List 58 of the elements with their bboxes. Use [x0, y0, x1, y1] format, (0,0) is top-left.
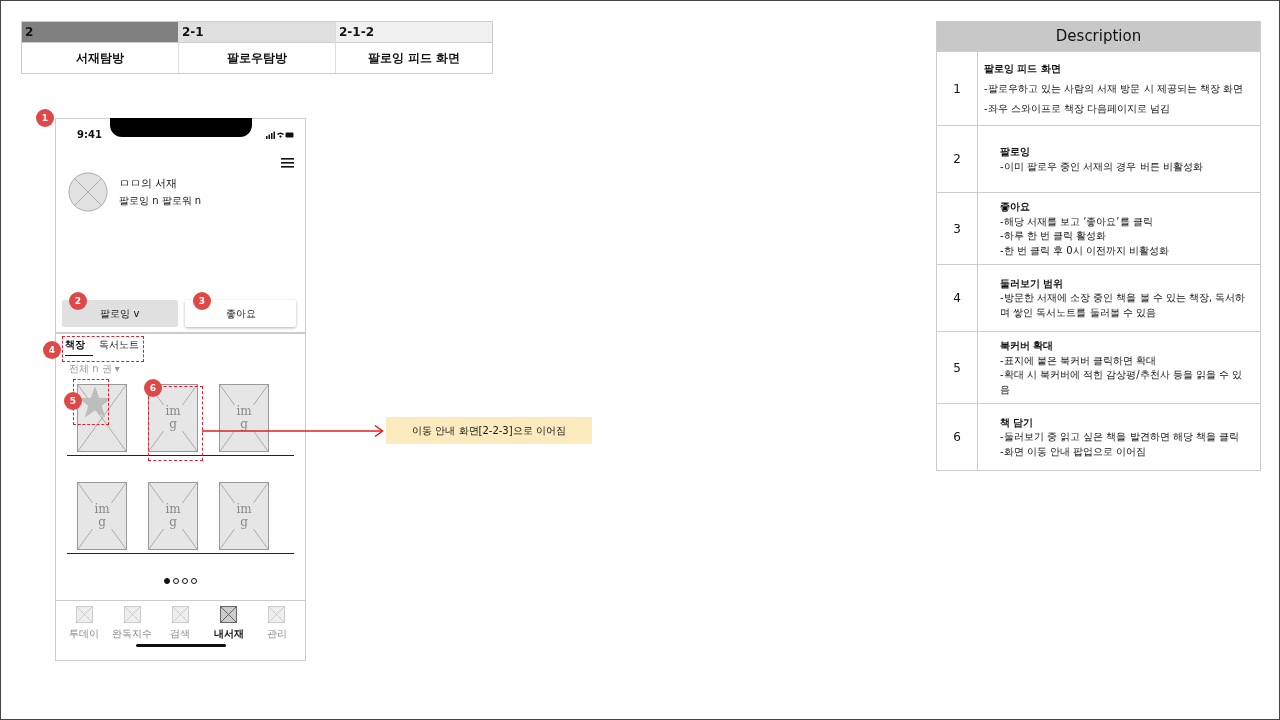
screen-code: 2-1-2	[336, 22, 492, 42]
page-dot[interactable]	[164, 578, 170, 584]
filter-dropdown[interactable]: 전체 n 권 ▾	[56, 356, 305, 375]
row-text: -이미 팔로우 중인 서재의 경우 버튼 비활성화	[1000, 159, 1203, 174]
nav-label[interactable]: 완독지수	[112, 627, 153, 641]
tab[interactable]: 책장	[65, 338, 93, 356]
row-number: 5	[937, 332, 978, 403]
row-text: -한 번 클릭 후 0시 이전까지 비활성화	[1000, 243, 1170, 258]
row-number: 3	[937, 193, 978, 264]
row-text: -하루 한 번 클릭 활성화	[1000, 229, 1108, 243]
follow-stats: 팔로잉 n 팔로워 n	[119, 194, 202, 208]
row-text: -확대 시 북커버에 적힌 감상평/추천사 등을 읽을 수 있음	[1000, 368, 1244, 397]
row-text: -표지에 붙은 북커버 클릭하면 확대	[1000, 353, 1158, 368]
row-heading: 책 담기	[1000, 415, 1035, 430]
note-box: 이동 안내 화면[2-2-3]으로 이어짐	[386, 417, 592, 444]
screen-title: 서재탐방	[22, 42, 178, 73]
book-cover-placeholder[interactable]: img	[77, 482, 127, 550]
row-text: -둘러보기 중 읽고 싶은 책을 발견하면 해당 책을 클릭	[1000, 430, 1240, 445]
row-text: -화면 이동 안내 팝업으로 이어짐	[1000, 444, 1148, 459]
number-badge: 2	[69, 292, 87, 310]
row-number: 1	[937, 52, 978, 125]
book-cover-placeholder[interactable]	[77, 384, 127, 452]
row-text: -방문한 서재에 소장 중인 책을 볼 수 있는 책장, 독서하며 쌓인 독서노트를 둘러볼 수 있음	[1000, 291, 1247, 320]
number-badge: 6	[144, 379, 162, 397]
library-title: ㅁㅁ의 서재	[119, 176, 179, 191]
book-cover-placeholder[interactable]: img	[219, 482, 269, 550]
nav-label[interactable]: 검색	[170, 627, 191, 641]
row-heading: 북커버 확대	[1000, 339, 1055, 353]
menu-icon[interactable]	[281, 158, 294, 168]
number-badge: 4	[43, 341, 61, 359]
tab[interactable]: 독서노트	[99, 338, 139, 356]
nav-label[interactable]: 관리	[266, 627, 287, 641]
row-heading: 좋아요	[1000, 200, 1031, 214]
row-number: 2	[937, 126, 978, 192]
row-text: -해당 서재를 보고 ‘좋아요’를 클릭	[1000, 214, 1154, 229]
screen-code: 2	[22, 22, 178, 42]
book-cover-placeholder[interactable]: img	[148, 482, 198, 550]
row-heading: 둘러보기 범위	[1000, 276, 1065, 291]
row-number: 4	[937, 265, 978, 331]
nav-label[interactable]: 투데이	[69, 627, 100, 641]
screen-title: 팔로우탐방	[179, 42, 335, 73]
number-badge: 5	[64, 392, 82, 410]
row-number: 6	[937, 404, 978, 470]
screen-title: 팔로잉 피드 화면	[336, 42, 492, 73]
book-cover-placeholder[interactable]: img	[219, 384, 269, 452]
number-badge: 3	[193, 292, 211, 310]
number-badge: 1	[36, 109, 54, 127]
nav-label[interactable]: 내서재	[213, 627, 244, 641]
row-heading: 팔로잉 피드 화면	[984, 62, 1062, 76]
avatar-placeholder	[68, 172, 108, 212]
table-header: Description	[937, 22, 1260, 51]
row-heading: 팔로잉	[1000, 145, 1031, 159]
status-time: 9:41	[77, 129, 102, 140]
row-text: -좌우 스와이프로 책장 다음페이지로 넘김	[984, 102, 1172, 116]
image-placeholder-icon[interactable]	[220, 606, 238, 623]
status-icons	[266, 130, 294, 139]
screen-code: 2-1	[179, 22, 335, 42]
row-text: -팔로우하고 있는 사람의 서재 방문 시 제공되는 책장 화면	[984, 82, 1244, 96]
